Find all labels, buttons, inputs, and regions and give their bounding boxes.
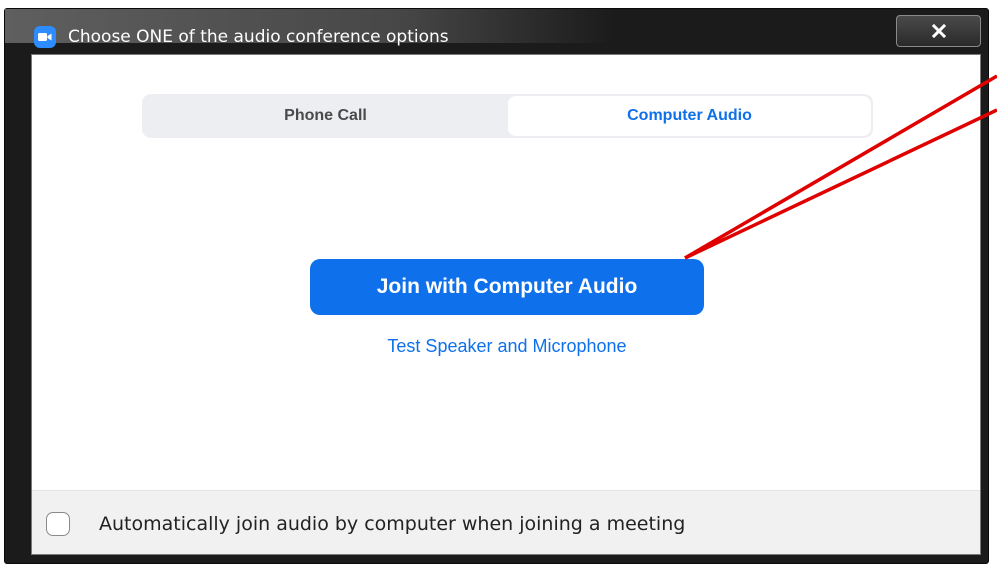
- zoom-camera-icon: [34, 26, 56, 48]
- dialog-body: Phone Call Computer Audio Join with Comp…: [31, 54, 981, 555]
- join-computer-audio-button[interactable]: Join with Computer Audio: [310, 259, 704, 315]
- close-icon: [931, 24, 946, 38]
- tab-phone-call[interactable]: Phone Call: [144, 96, 507, 136]
- audio-option-tabs: Phone Call Computer Audio: [142, 94, 873, 138]
- auto-join-audio-label[interactable]: Automatically join audio by computer whe…: [99, 511, 685, 537]
- tab-computer-audio[interactable]: Computer Audio: [508, 96, 871, 136]
- auto-join-audio-checkbox[interactable]: [46, 512, 70, 536]
- camera-glyph: [38, 33, 52, 41]
- screenshot-page: Choose ONE of the audio conference optio…: [0, 0, 997, 569]
- test-speaker-microphone-link[interactable]: Test Speaker and Microphone: [310, 336, 704, 357]
- footer-bar: Automatically join audio by computer whe…: [32, 490, 980, 554]
- close-button[interactable]: [896, 15, 981, 47]
- window-title: Choose ONE of the audio conference optio…: [68, 27, 449, 47]
